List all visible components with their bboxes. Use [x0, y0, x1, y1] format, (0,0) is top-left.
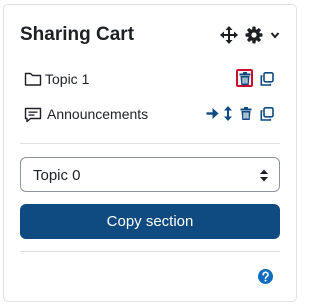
help-icon[interactable] [258, 269, 273, 284]
trash-icon[interactable] [239, 72, 251, 85]
divider [20, 143, 280, 144]
sharing-cart-block: Sharing Cart Topic 1 Announcements Topic… [3, 4, 297, 302]
section-select-value: Topic 0 [33, 167, 81, 184]
folder-icon [24, 72, 42, 86]
move-vertical-icon[interactable] [224, 106, 232, 121]
select-arrows-icon [260, 169, 268, 182]
chevron-down-icon[interactable] [270, 30, 280, 40]
item-label: Topic 1 [45, 71, 90, 87]
move-right-icon[interactable] [206, 107, 219, 120]
gear-icon[interactable] [245, 26, 263, 44]
block-controls [220, 26, 282, 46]
copy-icon[interactable] [260, 107, 274, 121]
block-title: Sharing Cart [20, 24, 135, 45]
trash-icon[interactable] [240, 107, 252, 120]
list-item: Topic 1 [24, 69, 276, 91]
item-label: Announcements [47, 106, 149, 122]
copy-section-button[interactable]: Copy section [20, 204, 280, 239]
section-select[interactable]: Topic 0 [20, 157, 280, 192]
copy-icon[interactable] [260, 72, 274, 86]
block-header: Sharing Cart [20, 23, 282, 51]
divider [20, 251, 280, 252]
forum-icon [24, 107, 42, 123]
move-icon[interactable] [220, 26, 238, 44]
list-item: Announcements [24, 104, 276, 126]
